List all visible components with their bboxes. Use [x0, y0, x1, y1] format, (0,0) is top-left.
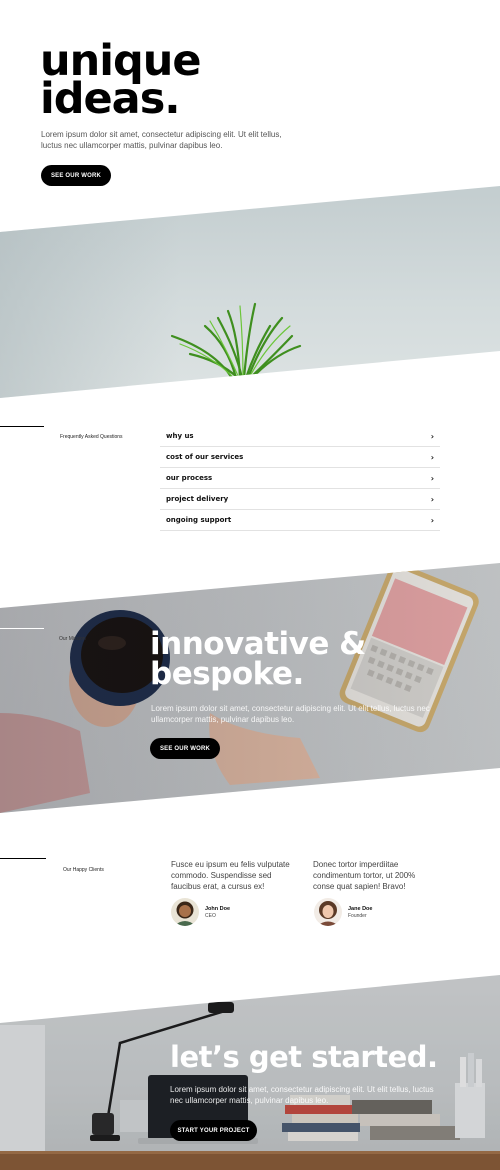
faq-question: ongoing support [166, 516, 232, 524]
start-your-project-button[interactable]: START YOUR PROJECT [170, 1120, 257, 1141]
author-role: CEO [205, 912, 216, 919]
chevron-right-icon: › [430, 431, 434, 441]
hero-title: unique ideas. [40, 40, 202, 124]
faq-question: why us [166, 432, 194, 440]
faq-section-label: Frequently Asked Questions [60, 434, 123, 440]
mission-see-our-work-button[interactable]: SEE OUR WORK [150, 738, 220, 759]
faq-item-our-process[interactable]: our process › [160, 468, 440, 489]
section-divider-clients [0, 858, 46, 859]
author-name: John Doe [205, 905, 231, 912]
mission-title-line-2: bespoke. [150, 656, 304, 692]
testimonial-card: Donec tortor imperdiitae condimentum tor… [313, 859, 438, 892]
mission-title: innovative & bespoke. [150, 626, 366, 692]
plant-illustration [170, 302, 302, 380]
testimonial-card: Fusce eu ipsum eu felis vulputate commod… [171, 859, 296, 892]
cta-description: Lorem ipsum dolor sit amet, consectetur … [170, 1085, 434, 1105]
chevron-right-icon: › [430, 515, 434, 525]
author-role: Founder [348, 912, 367, 919]
testimonial-author: John Doe CEO [171, 898, 230, 926]
mission-description: Lorem ipsum dolor sit amet, consectetur … [151, 704, 430, 724]
faq-item-cost-of-services[interactable]: cost of our services › [160, 447, 440, 468]
faq-question: cost of our services [166, 453, 244, 461]
chevron-right-icon: › [430, 452, 434, 462]
mission-title-line-1: innovative & [150, 626, 366, 662]
cta-title: let’s get started. [170, 1040, 438, 1074]
clients-section-label: Our Happy Clients [63, 867, 104, 873]
faq-question: project delivery [166, 495, 229, 503]
section-divider-faq [0, 426, 44, 427]
testimonial-quote: Donec tortor imperdiitae condimentum tor… [313, 860, 416, 891]
see-our-work-button[interactable]: SEE OUR WORK [41, 165, 111, 186]
mission-section-label: Our Mission [59, 636, 86, 642]
testimonial-quote: Fusce eu ipsum eu felis vulputate commod… [171, 860, 290, 891]
faq-question: our process [166, 474, 213, 482]
faq-item-project-delivery[interactable]: project delivery › [160, 489, 440, 510]
avatar [171, 898, 199, 926]
faq-item-why-us[interactable]: why us › [160, 426, 440, 447]
section-divider-mission [0, 628, 44, 629]
faq-item-ongoing-support[interactable]: ongoing support › [160, 510, 440, 531]
avatar [314, 898, 342, 926]
faq-accordion: why us › cost of our services › our proc… [160, 426, 440, 531]
plant-image [0, 186, 500, 398]
hero-description: Lorem ipsum dolor sit amet, consectetur … [41, 130, 282, 150]
hero-title-line-2: ideas. [40, 74, 181, 124]
author-name: Jane Doe [348, 905, 373, 912]
testimonial-author: Jane Doe Founder [314, 898, 372, 926]
chevron-right-icon: › [430, 494, 434, 504]
chevron-right-icon: › [430, 473, 434, 483]
